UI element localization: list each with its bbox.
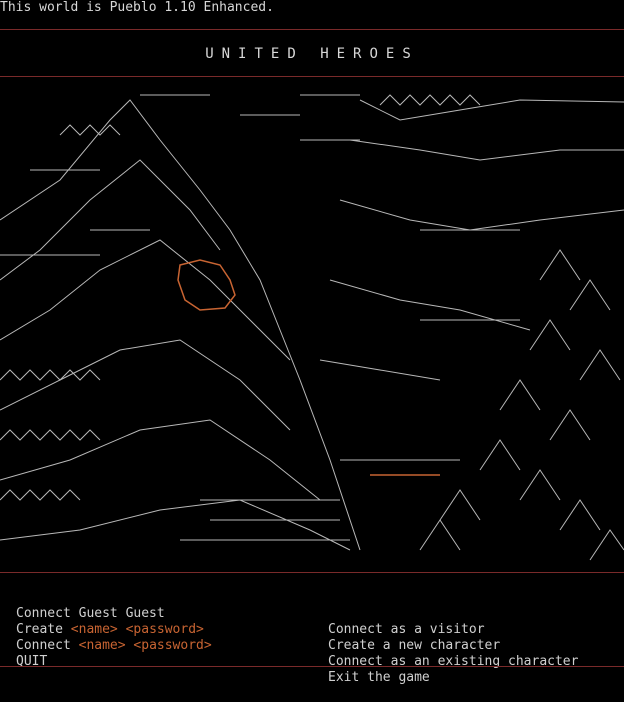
ascii-art-banner [0,94,624,561]
world-status-text: This world is Pueblo 1.10 Enhanced. [0,0,274,15]
divider-menu [0,572,624,573]
menu-row-quit[interactable]: QUIT Exit the game [0,638,624,685]
divider-bottom [0,666,624,667]
menu-row-guest[interactable]: Connect Guest Guest Connect as a visitor [0,590,624,637]
divider-banner [0,76,624,77]
desc-quit: Exit the game [328,670,430,685]
desc-connect: Connect as an existing character [328,654,579,669]
menu-row-connect[interactable]: Connect <name> <password> Connect as an … [0,622,624,669]
banner-title: UNITED HEROES [205,46,419,62]
menu-row-create[interactable]: Create <name> <password> Create a new ch… [0,606,624,653]
cmd-quit[interactable]: QUIT [16,654,47,670]
divider-top [0,29,624,30]
